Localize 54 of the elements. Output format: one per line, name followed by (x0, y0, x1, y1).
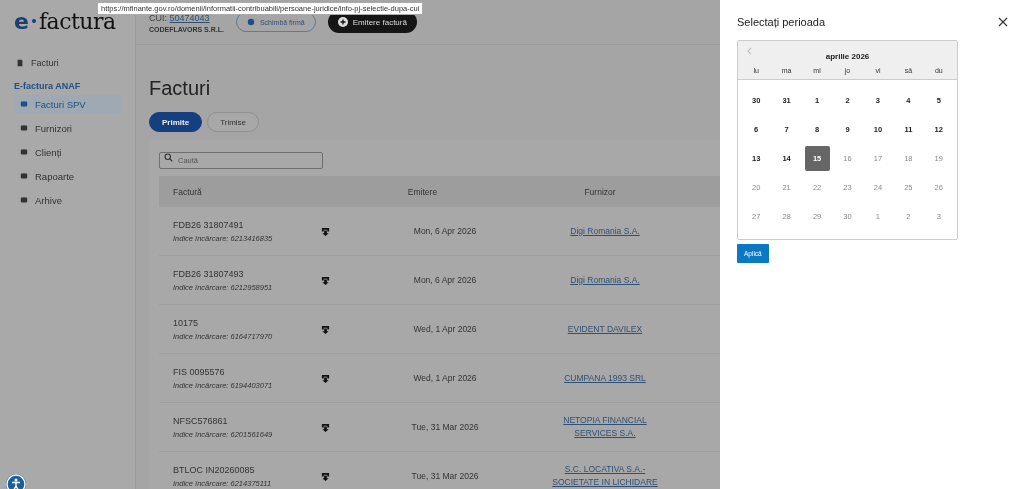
supplier-link[interactable]: CUMPANA 1993 SRL (564, 371, 646, 385)
issue-date: Wed, 1 Apr 2026 (412, 324, 478, 334)
close-icon[interactable] (998, 17, 1008, 27)
download-icon[interactable] (321, 324, 330, 334)
cui-label: CUI: (149, 13, 167, 23)
supplier-link[interactable]: Digi Romania S.A. (570, 273, 640, 287)
logo-mark: e (14, 8, 29, 34)
invoice-number: FDB26 31807493 (173, 268, 245, 279)
nav-icon (20, 124, 28, 132)
tab[interactable]: Trimise (207, 112, 260, 132)
sidebar-item[interactable]: Facturi (0, 36, 122, 68)
cui-link[interactable]: 50474043 (169, 13, 210, 23)
sidebar-item[interactable]: Furnizori (14, 119, 122, 137)
download-icon[interactable] (321, 275, 330, 285)
issue-date: Tue, 31 Mar 2026 (410, 422, 480, 432)
column-header: Factură (172, 186, 203, 197)
sidebar-item[interactable]: Facturi SPV (14, 95, 122, 113)
sidebar-item[interactable]: Rapoarte (14, 167, 122, 185)
issue-date: Mon, 6 Apr 2026 (412, 226, 478, 236)
issue-date: Tue, 31 Mar 2026 (410, 471, 480, 481)
nav-icon (20, 172, 28, 180)
invoice-number: FIS 0095576 (173, 366, 226, 377)
tab[interactable]: Primite (149, 112, 203, 132)
document-icon (16, 59, 24, 67)
drawer-title: Selectați perioada (737, 16, 826, 28)
invoice-number: BTLOC IN20260085 (173, 464, 256, 475)
download-icon[interactable] (321, 373, 330, 383)
column-header: Furnizor (583, 186, 617, 197)
supplier-link[interactable]: EVIDENT DAVILEX (567, 322, 643, 336)
dot-icon (246, 18, 255, 26)
nav-icon (20, 148, 28, 156)
issue-date: Wed, 1 Apr 2026 (412, 373, 478, 383)
supplier-link[interactable]: Digi Romania S.A. (570, 224, 640, 238)
download-icon[interactable] (321, 226, 330, 236)
invoice-number: FDB26 31807491 (173, 219, 245, 230)
section-heading: E-factura ANAF (13, 80, 82, 93)
invoice-number: NFSC576861 (173, 415, 229, 426)
invoice-number: 10175 (173, 317, 200, 328)
plus-icon (337, 17, 348, 27)
download-icon[interactable] (321, 422, 330, 432)
supplier-link[interactable]: S.C. LOCATIVA S.A.- SOCIETATE IN LICHIDARE (542, 463, 668, 489)
page-title: Facturi (149, 77, 212, 100)
download-icon[interactable] (321, 471, 330, 481)
sidebar-item[interactable]: Clienți (14, 143, 122, 161)
column-header: Emitere (406, 186, 439, 197)
issue-date: Mon, 6 Apr 2026 (412, 275, 478, 285)
sidebar-item[interactable]: Arhive (14, 191, 122, 209)
nav-icon (20, 196, 28, 204)
accessibility-icon[interactable] (6, 474, 26, 489)
nav-icon (20, 100, 28, 108)
month-title: aprilie 2026 (825, 52, 870, 61)
search-icon (164, 153, 173, 162)
logo-dot-icon (31, 19, 36, 23)
supplier-link[interactable]: NETOPIA FINANCIAL SERVICES S.A. (542, 414, 668, 440)
